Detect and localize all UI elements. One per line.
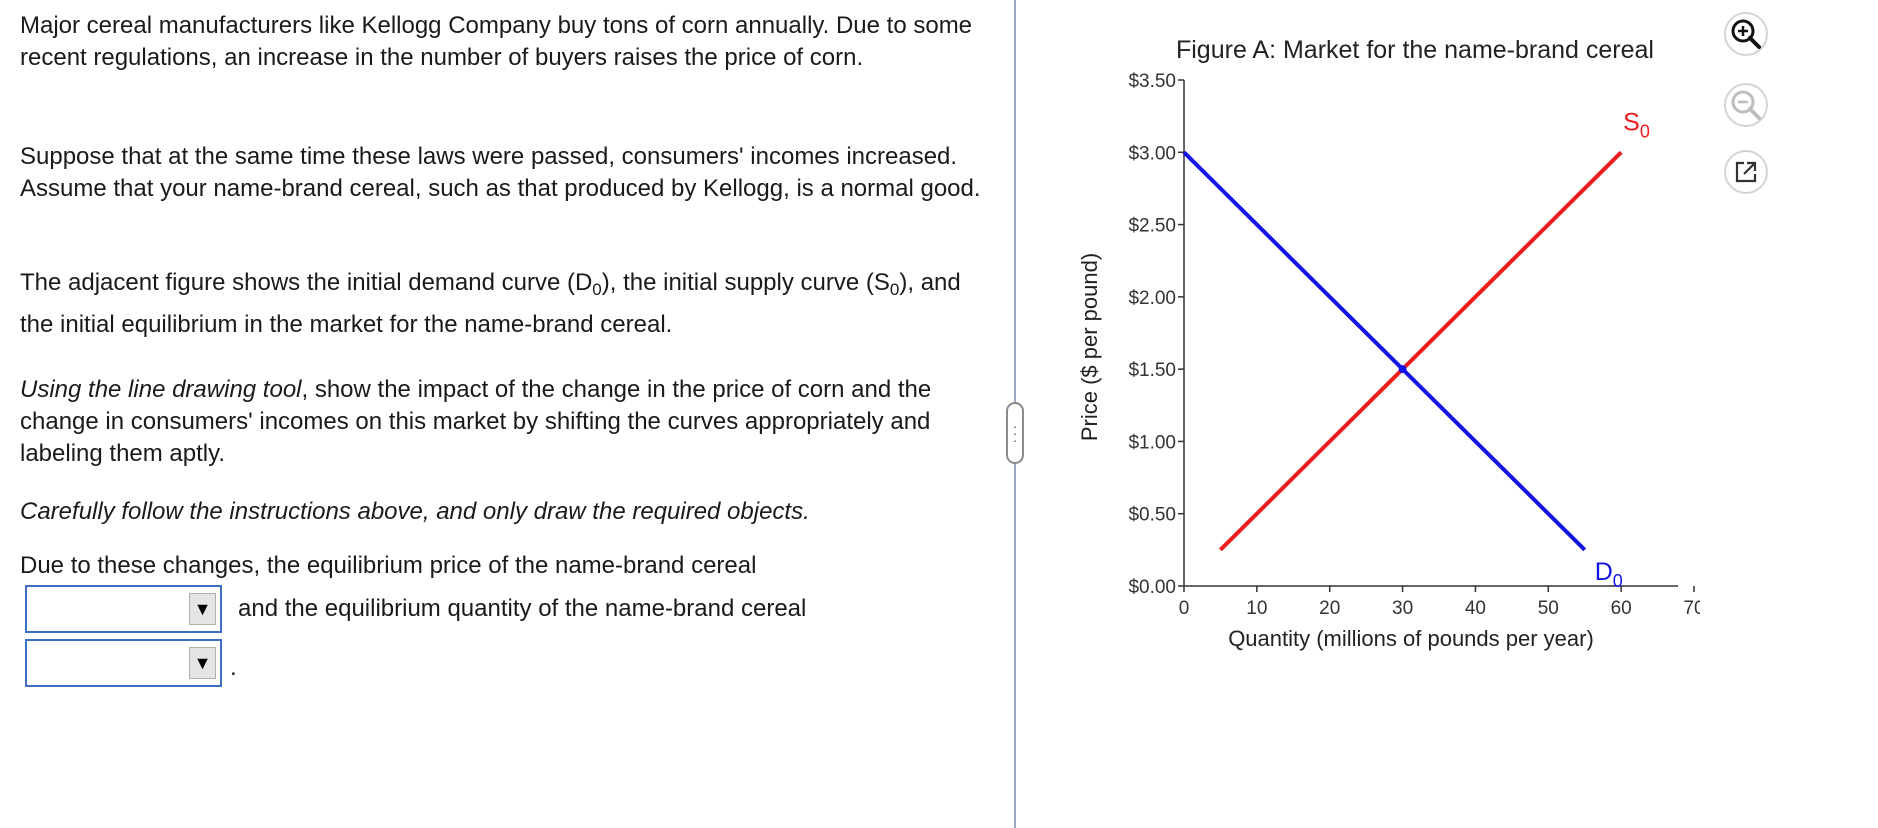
x-tick-label: 30 bbox=[1392, 598, 1413, 619]
y-axis-label: Price ($ per pound) bbox=[1077, 253, 1102, 441]
question-paragraph-7: and the equilibrium quantity of the name… bbox=[238, 595, 807, 622]
x-axis-label: Quantity (millions of pounds per year) bbox=[1228, 626, 1594, 651]
x-tick-label: 70 bbox=[1683, 598, 1700, 619]
x-tick-label: 60 bbox=[1611, 598, 1632, 619]
supply-curve-label: S0 bbox=[1623, 108, 1650, 141]
zoom-in-button[interactable] bbox=[1724, 12, 1768, 56]
y-tick-label: $0.00 bbox=[1128, 577, 1176, 598]
pane-resize-handle[interactable]: · · · bbox=[1006, 402, 1024, 464]
demand-curve-line bbox=[1182, 150, 1587, 552]
equilibrium-quantity-dropdown[interactable]: ▼ bbox=[25, 639, 222, 687]
equilibrium-price-dropdown[interactable]: ▼ bbox=[25, 585, 222, 633]
zoom-out-icon bbox=[1731, 90, 1761, 120]
question-pane: Major cereal manufacturers like Kellogg … bbox=[0, 0, 1014, 828]
instruction-note: Carefully follow the instructions above,… bbox=[20, 498, 810, 525]
zoom-in-icon bbox=[1731, 19, 1761, 49]
sentence-period: . bbox=[230, 654, 237, 681]
x-tick-label: 0 bbox=[1179, 598, 1190, 619]
y-tick-label: $2.50 bbox=[1128, 216, 1176, 237]
zoom-out-button[interactable] bbox=[1724, 83, 1768, 127]
x-tick-label: 40 bbox=[1465, 598, 1486, 619]
question-paragraph-3: The adjacent figure shows the initial de… bbox=[20, 269, 961, 338]
popout-icon bbox=[1735, 161, 1757, 183]
question-paragraph-6: Due to these changes, the equilibrium pr… bbox=[20, 552, 757, 579]
question-paragraph-2: Suppose that at the same time these laws… bbox=[20, 143, 981, 202]
chart-title: Figure A: Market for the name-brand cere… bbox=[1176, 36, 1654, 64]
dropdown-arrow-icon[interactable]: ▼ bbox=[189, 647, 216, 679]
y-tick-label: $1.50 bbox=[1128, 360, 1176, 381]
x-tick-label: 20 bbox=[1319, 598, 1340, 619]
y-tick-label: $2.00 bbox=[1128, 288, 1176, 309]
y-tick-label: $3.00 bbox=[1128, 143, 1176, 164]
supply-demand-chart[interactable]: Figure A: Market for the name-brand cere… bbox=[1040, 0, 1700, 680]
question-paragraph-1: Major cereal manufacturers like Kellogg … bbox=[20, 12, 973, 71]
x-tick-label: 50 bbox=[1538, 598, 1559, 619]
y-tick-label: $3.50 bbox=[1128, 71, 1176, 92]
x-tick-label: 10 bbox=[1246, 598, 1267, 619]
equilibrium-point bbox=[1398, 365, 1407, 374]
supply-curve-line bbox=[1219, 150, 1623, 552]
dropdown-arrow-icon[interactable]: ▼ bbox=[189, 593, 216, 625]
question-paragraph-4: Using the line drawing tool, show the im… bbox=[20, 376, 932, 467]
y-tick-label: $1.00 bbox=[1128, 432, 1176, 453]
y-tick-label: $0.50 bbox=[1128, 505, 1176, 526]
popout-button[interactable] bbox=[1724, 150, 1768, 194]
